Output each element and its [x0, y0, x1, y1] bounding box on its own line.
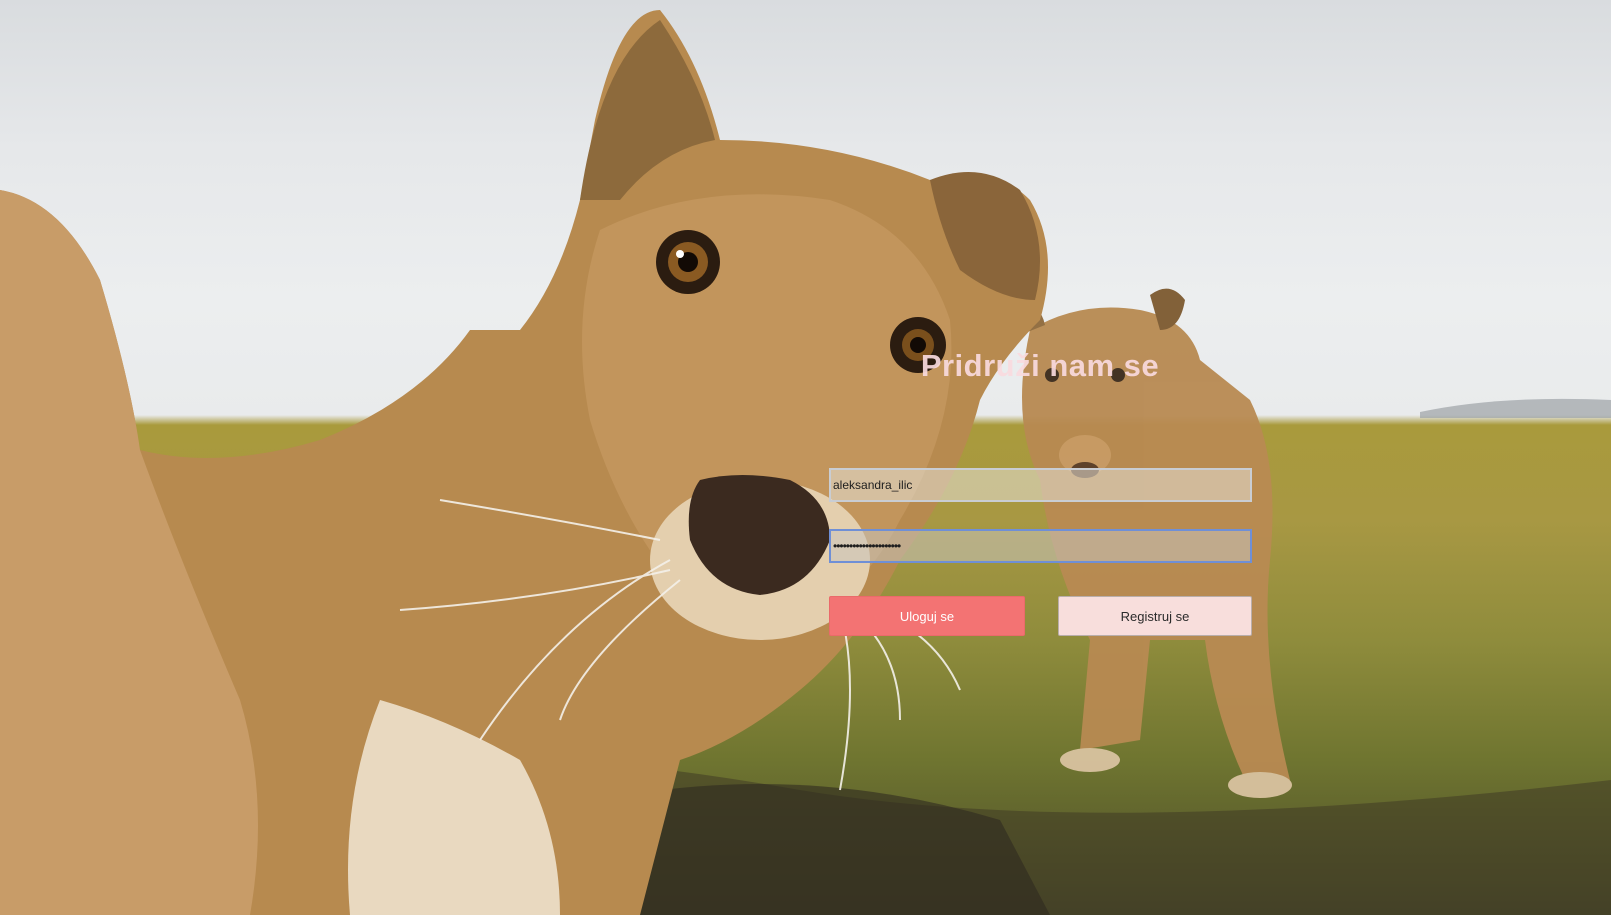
foreground-cub: [0, 10, 1048, 915]
page-title: Pridruži nam se: [920, 348, 1160, 383]
username-input[interactable]: [829, 468, 1252, 502]
background-photo: [0, 0, 1611, 915]
register-button[interactable]: Registruj se: [1058, 596, 1252, 636]
lion-cubs-illustration: [0, 10, 1611, 915]
password-input[interactable]: [829, 529, 1252, 563]
login-button[interactable]: Uloguj se: [829, 596, 1025, 636]
